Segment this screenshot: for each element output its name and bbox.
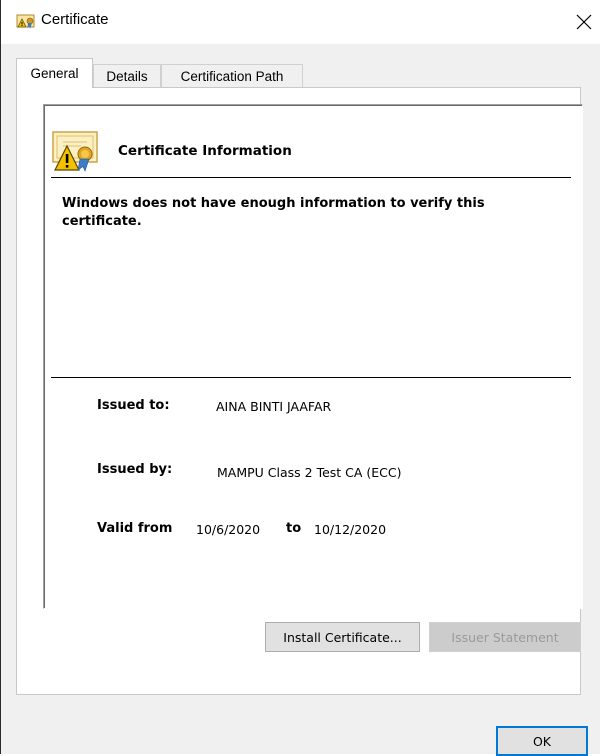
button-label: Install Certificate... xyxy=(283,629,402,645)
window-title: Certificate xyxy=(41,11,109,28)
divider-bottom xyxy=(51,377,571,378)
tab-label: Certification Path xyxy=(180,69,284,84)
tab-details[interactable]: Details xyxy=(93,64,161,88)
warning-message: Windows does not have enough information… xyxy=(62,196,485,229)
title-bar: Certificate xyxy=(1,0,600,44)
tab-general[interactable]: General xyxy=(16,58,93,88)
button-label: Issuer Statement xyxy=(451,629,559,645)
tab-strip: General Details Certification Path xyxy=(1,44,600,88)
close-button[interactable] xyxy=(567,5,600,39)
valid-from-label: Valid from xyxy=(97,521,173,536)
certificate-icon xyxy=(16,14,35,29)
button-label: OK xyxy=(532,733,552,749)
install-certificate-button[interactable]: Install Certificate... xyxy=(265,622,420,652)
ok-button[interactable]: OK xyxy=(496,726,588,756)
close-icon xyxy=(576,14,592,30)
certificate-dialog: Certificate General Details Certificatio… xyxy=(0,0,600,756)
valid-to-value: 10/12/2020 xyxy=(314,522,387,537)
valid-from-value: 10/6/2020 xyxy=(196,522,261,537)
info-heading: Certificate Information xyxy=(118,143,292,159)
issuer-statement-button: Issuer Statement xyxy=(429,622,581,652)
issued-to-label: Issued to: xyxy=(97,398,170,413)
tab-label: Details xyxy=(106,69,148,84)
valid-to-label: to xyxy=(286,521,302,536)
tab-label: General xyxy=(30,66,79,81)
tab-certification-path[interactable]: Certification Path xyxy=(161,64,303,88)
divider-top xyxy=(51,177,571,178)
issued-by-label: Issued by: xyxy=(97,462,173,477)
issued-to-value: AINA BINTI JAAFAR xyxy=(216,399,332,414)
issued-by-value: MAMPU Class 2 Test CA (ECC) xyxy=(217,465,402,480)
certificate-warning-icon xyxy=(52,131,98,172)
